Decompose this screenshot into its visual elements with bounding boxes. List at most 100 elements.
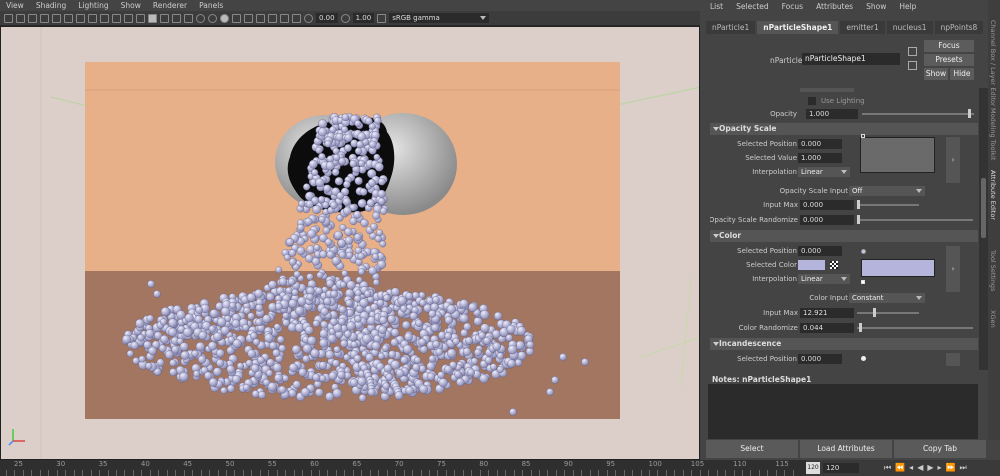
screen-space-ao-icon[interactable]	[220, 13, 229, 23]
camera-attributes-icon[interactable]	[16, 13, 25, 23]
opacity-ramp-handle[interactable]	[861, 134, 865, 138]
incandescence-section[interactable]: Incandescence	[710, 338, 978, 350]
selected-color-swatch[interactable]	[798, 260, 825, 270]
os-selected-value-field[interactable]: 1.000	[798, 153, 842, 163]
current-frame-field[interactable]: 120	[823, 463, 859, 473]
os-randomize-field[interactable]: 0.000	[800, 215, 854, 225]
menu-show[interactable]: Show	[866, 2, 886, 11]
menu-shading[interactable]: Shading	[36, 1, 66, 10]
tab-nparticleshape1[interactable]: nParticleShape1	[757, 21, 839, 34]
tab-nparticle1[interactable]: nParticle1	[706, 21, 756, 34]
grid-icon[interactable]	[52, 13, 61, 23]
color-ramp-bottom-handle[interactable]	[861, 280, 865, 284]
menu-renderer[interactable]: Renderer	[153, 1, 187, 10]
go-to-end-icon[interactable]: ⏭	[959, 463, 966, 473]
field-chart-icon[interactable]	[100, 13, 109, 23]
c-input-max-field[interactable]: 12.921	[800, 308, 854, 318]
side-tab-channel-box[interactable]: Channel Box / Layer Editor	[989, 20, 997, 107]
c-input-max-knob[interactable]	[873, 308, 876, 317]
color-section[interactable]: Color	[710, 230, 978, 242]
bookmark-icon[interactable]	[28, 13, 37, 23]
menu-selected[interactable]: Selected	[736, 2, 769, 11]
depth-of-field-icon[interactable]	[256, 13, 265, 23]
attribute-scrollbar[interactable]	[979, 88, 988, 370]
color-space-dropdown[interactable]: sRGB gamma	[389, 13, 490, 23]
c-randomize-knob[interactable]	[859, 323, 862, 332]
menu-show[interactable]: Show	[121, 1, 141, 10]
color-ramp-editor[interactable]	[861, 259, 935, 277]
go-to-start-icon[interactable]: ⏮	[884, 463, 891, 473]
gamma-icon[interactable]	[340, 13, 350, 23]
menu-panels[interactable]: Panels	[199, 1, 223, 10]
color-ramp-expand-button[interactable]: ›	[946, 246, 960, 292]
side-tab-tool-settings[interactable]: Tool Settings	[989, 250, 997, 291]
c-input-dropdown[interactable]: Constant	[849, 293, 925, 303]
resolution-gate-icon[interactable]	[76, 13, 85, 23]
select-camera-icon[interactable]	[4, 13, 13, 23]
menu-list[interactable]: List	[710, 2, 723, 11]
focus-output-icon[interactable]	[908, 61, 917, 70]
step-forward-frame-icon[interactable]: ▸	[938, 463, 942, 473]
os-input-max-slider[interactable]	[857, 204, 919, 206]
color-management-icon[interactable]	[377, 13, 387, 23]
opacity-slider-knob[interactable]	[968, 109, 971, 118]
use-lighting-checkbox[interactable]	[808, 97, 816, 105]
play-backwards-icon[interactable]: ◀	[917, 463, 923, 473]
os-input-max-field[interactable]: 0.000	[800, 200, 854, 210]
node-name-field[interactable]: nParticleShape1	[802, 53, 900, 65]
exposure-icon[interactable]	[304, 13, 313, 23]
opacity-slider[interactable]	[862, 113, 974, 115]
menu-view[interactable]: View	[6, 1, 24, 10]
anti-aliasing-icon[interactable]	[244, 13, 253, 23]
c-input-max-slider[interactable]	[857, 312, 919, 314]
select-button[interactable]: Select	[706, 440, 798, 458]
copy-tab-button[interactable]: Copy Tab	[894, 440, 986, 458]
safe-action-icon[interactable]	[112, 13, 121, 23]
os-input-dropdown[interactable]: Off	[849, 186, 925, 196]
os-randomize-slider[interactable]	[857, 219, 973, 221]
menu-focus[interactable]: Focus	[782, 2, 803, 11]
incandescence-ramp-handle[interactable]	[861, 356, 866, 361]
menu-lighting[interactable]: Lighting	[78, 1, 108, 10]
c-randomize-slider[interactable]	[857, 327, 973, 329]
focus-input-icon[interactable]	[908, 47, 917, 56]
default-material-icon[interactable]	[160, 13, 169, 23]
viewport-canvas[interactable]	[0, 26, 700, 460]
side-tab-attribute-editor[interactable]: Attribute Editor	[989, 170, 997, 220]
hide-button[interactable]: Hide	[950, 68, 974, 80]
tab-nucleus1[interactable]: nucleus1	[886, 21, 933, 34]
image-plane-icon[interactable]	[40, 13, 49, 23]
xray-icon[interactable]	[172, 13, 181, 23]
color-picker-icon[interactable]	[830, 261, 838, 269]
step-back-frame-icon[interactable]: ◂	[909, 463, 913, 473]
step-back-key-icon[interactable]: ⏪	[895, 463, 905, 473]
c-interpolation-dropdown[interactable]: Linear	[798, 274, 850, 284]
current-frame-marker[interactable]: 120	[806, 462, 820, 474]
load-attributes-button[interactable]: Load Attributes	[800, 440, 892, 458]
c-selected-position-field[interactable]: 0.000	[798, 246, 842, 256]
os-input-max-knob[interactable]	[857, 200, 860, 209]
textured-icon[interactable]	[184, 13, 193, 23]
os-interpolation-dropdown[interactable]: Linear	[798, 167, 850, 177]
show-button[interactable]: Show	[924, 68, 948, 80]
os-randomize-knob[interactable]	[857, 215, 860, 224]
smooth-shade-icon[interactable]	[148, 13, 157, 23]
gate-mask-icon[interactable]	[88, 13, 97, 23]
os-selected-position-field[interactable]: 0.000	[798, 139, 842, 149]
xray-joints-icon[interactable]	[280, 13, 289, 23]
isolate-select-icon[interactable]	[268, 13, 277, 23]
scrollbar-thumb[interactable]	[981, 178, 986, 238]
xray-active-icon[interactable]	[292, 13, 301, 23]
presets-button[interactable]: Presets	[924, 54, 974, 66]
menu-help[interactable]: Help	[899, 2, 916, 11]
side-tab-xgen[interactable]: XGen	[989, 310, 997, 328]
menu-attributes[interactable]: Attributes	[816, 2, 853, 11]
opacity-field[interactable]: 1.000	[806, 109, 858, 119]
tab-nppoints8[interactable]: npPoints8	[934, 21, 984, 34]
focus-button[interactable]: Focus	[924, 40, 974, 52]
side-tab-modeling-toolkit[interactable]: Modeling Toolkit	[989, 108, 997, 160]
motion-blur-icon[interactable]	[232, 13, 241, 23]
step-forward-key-icon[interactable]: ⏩	[946, 463, 956, 473]
opacity-ramp-editor[interactable]	[860, 137, 935, 173]
exposure-field[interactable]: 0.00	[316, 13, 338, 23]
